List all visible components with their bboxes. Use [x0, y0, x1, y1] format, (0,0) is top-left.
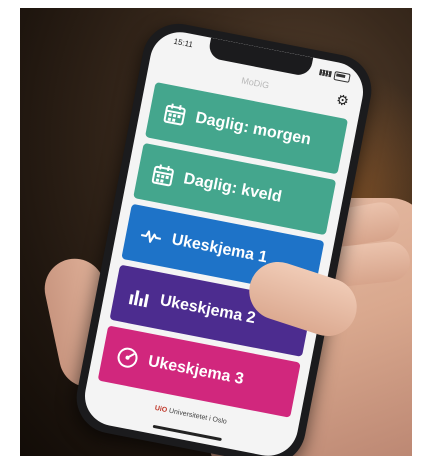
calendar-icon — [162, 101, 188, 127]
button-label: Daglig: morgen — [193, 109, 313, 149]
photo: 15:11 MoDiG ⚙ Daglig: morgen Daglig: kve… — [20, 8, 412, 456]
button-label: Ukeskjema 1 — [170, 231, 269, 267]
institution-name: Universitetet i Oslo — [168, 407, 228, 426]
uio-logo: UiO — [154, 404, 168, 415]
battery-icon — [333, 70, 351, 83]
button-label: Ukeskjema 2 — [158, 291, 257, 328]
button-label: Daglig: kveld — [182, 170, 284, 206]
status-time: 15:11 — [172, 36, 194, 50]
gear-icon[interactable]: ⚙ — [334, 91, 350, 109]
home-indicator[interactable] — [152, 424, 222, 442]
signal-icon — [318, 69, 332, 78]
app-title: MoDiG — [240, 75, 270, 91]
button-label: Ukeskjema 3 — [146, 352, 246, 389]
gauge-icon — [115, 345, 141, 371]
calendar-icon — [150, 162, 176, 188]
pulse-icon — [138, 223, 164, 249]
bar-chart-icon — [126, 284, 152, 310]
